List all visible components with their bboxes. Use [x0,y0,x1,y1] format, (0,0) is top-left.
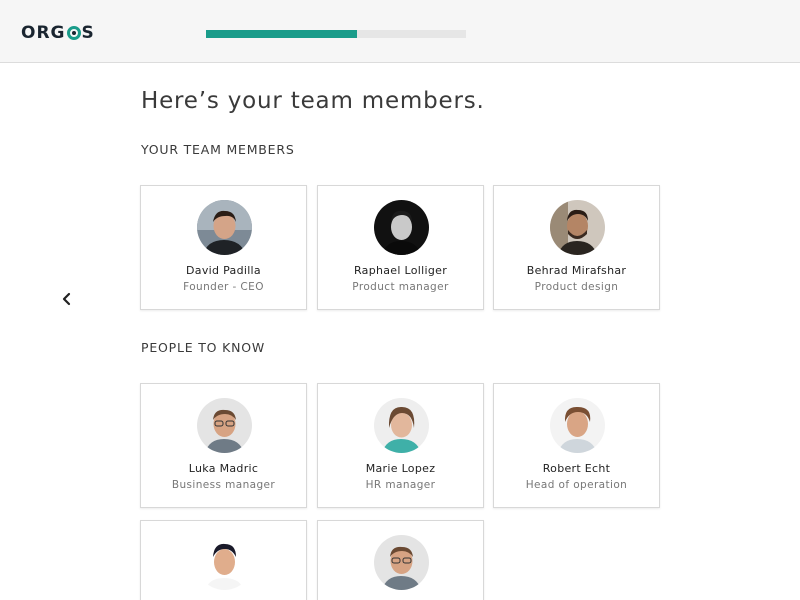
person-card[interactable] [140,520,307,600]
person-role: Head of operation [525,479,628,491]
person-name: Robert Echt [542,462,611,475]
team-member-card[interactable]: Raphael Lolliger Product manager [317,185,484,310]
avatar [550,200,605,255]
orgos-logo[interactable]: ORG S [21,22,95,44]
member-role: Product design [534,281,619,293]
chevron-left-icon[interactable] [58,290,76,308]
person-card[interactable]: Luka Madric Business manager [140,383,307,508]
avatar [197,398,252,453]
onboarding-progress-fill [206,30,357,38]
person-card[interactable] [317,520,484,600]
member-role: Founder - CEO [183,281,264,293]
page-title: Here’s your team members. [141,88,485,114]
member-name: David Padilla [186,264,261,277]
avatar [374,398,429,453]
people-section-label: PEOPLE TO KNOW [141,340,266,355]
top-bar: ORG S [0,0,800,63]
person-card[interactable]: Robert Echt Head of operation [493,383,660,508]
avatar [374,535,429,590]
team-section-label: YOUR TEAM MEMBERS [141,142,295,157]
person-name: Marie Lopez [365,462,436,475]
person-role: Business manager [171,479,276,491]
logo-ring-icon [66,26,81,40]
person-card[interactable]: Marie Lopez HR manager [317,383,484,508]
team-member-card[interactable]: Behrad Mirafshar Product design [493,185,660,310]
logo-text-start: ORG [21,23,66,43]
avatar [374,200,429,255]
person-role: HR manager [365,479,436,491]
avatar [197,535,252,590]
avatar [197,200,252,255]
logo-text-end: S [81,23,95,43]
avatar [550,398,605,453]
team-member-card[interactable]: David Padilla Founder - CEO [140,185,307,310]
member-name: Behrad Mirafshar [526,264,627,277]
member-role: Product manager [352,281,449,293]
person-name: Luka Madric [188,462,259,475]
onboarding-progress-bar [206,30,466,38]
member-name: Raphael Lolliger [353,264,448,277]
